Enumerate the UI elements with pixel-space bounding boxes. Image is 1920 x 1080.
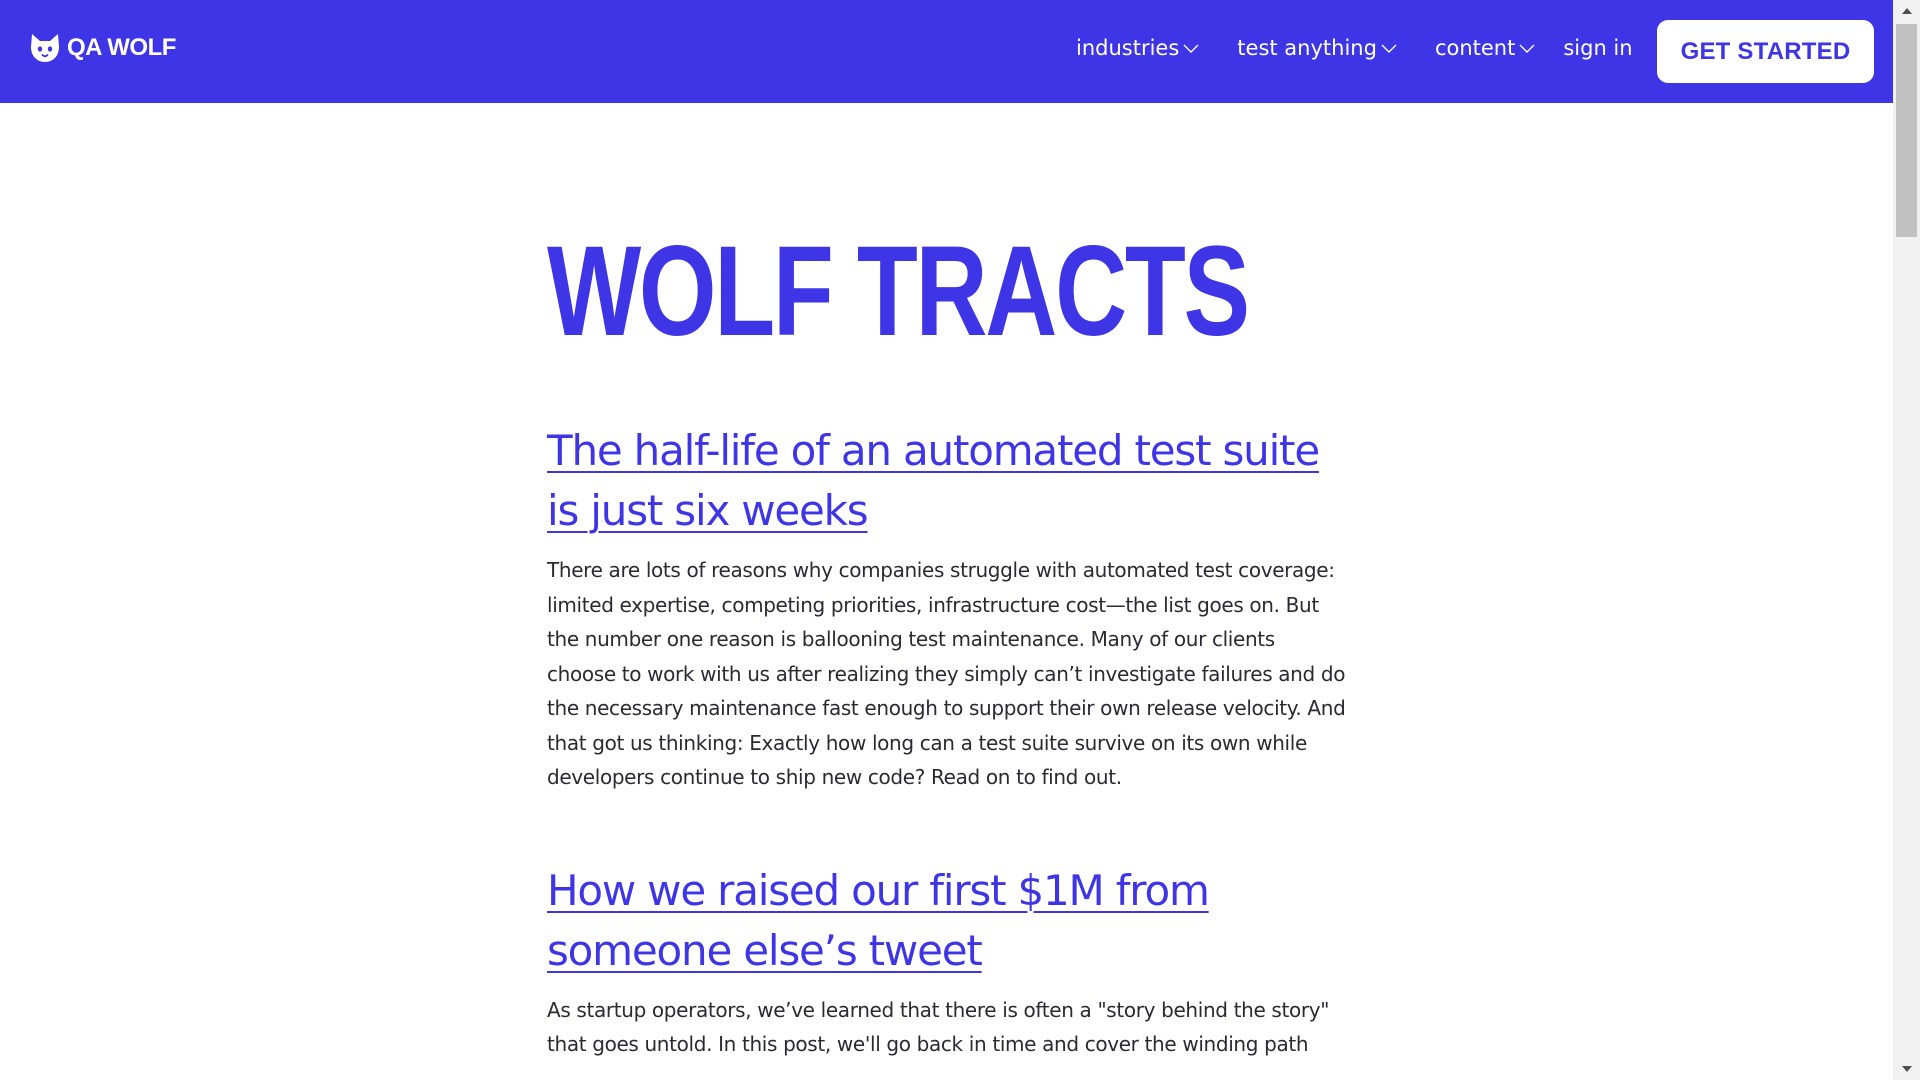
page-title: WOLF TRACTS [547,220,1250,363]
chevron-down-icon [1519,44,1535,53]
logo-text: QA WOLF [67,34,176,61]
nav-item-content[interactable]: content [1435,36,1535,60]
nav-item-test-anything[interactable]: test anything [1237,36,1397,60]
post-title-link[interactable]: How we raised our first $1M from someone… [547,861,1337,981]
nav-item-sign-in[interactable]: sign in [1563,36,1632,60]
scrollbar-thumb[interactable] [1896,24,1917,237]
scroll-down-arrow-icon[interactable] [1893,1058,1920,1080]
post-title-link[interactable]: The half-life of an automated test suite… [547,421,1337,541]
nav-item-label: industries [1076,36,1180,60]
post-excerpt: As startup operators, we’ve learned that… [547,997,1330,1057]
nav-item-industries[interactable]: industries [1076,36,1199,60]
page-viewport: QA WOLF industries test anything content [0,0,1893,1080]
nav-item-label: content [1434,36,1516,60]
site-header: QA WOLF industries test anything content [0,0,1893,103]
post-item: The half-life of an automated test suite… [547,421,1347,795]
scroll-up-arrow-icon[interactable] [1893,0,1920,22]
chevron-down-icon [1183,44,1199,53]
wolf-head-icon [31,34,59,62]
get-started-button[interactable]: GET STARTED [1657,20,1874,83]
nav-item-label: test anything [1237,36,1377,60]
vertical-scrollbar[interactable] [1893,0,1920,1080]
nav-item-label: sign in [1563,36,1633,60]
post-item: How we raised our first $1M from someone… [547,861,1347,1062]
chevron-down-icon [1381,44,1397,53]
main-nav: industries test anything content sign in [1076,32,1633,64]
main-content: WOLF TRACTS The half-life of an automate… [547,215,1347,1062]
post-excerpt: There are lots of reasons why companies … [547,558,1346,789]
logo-link[interactable]: QA WOLF [29,31,176,65]
